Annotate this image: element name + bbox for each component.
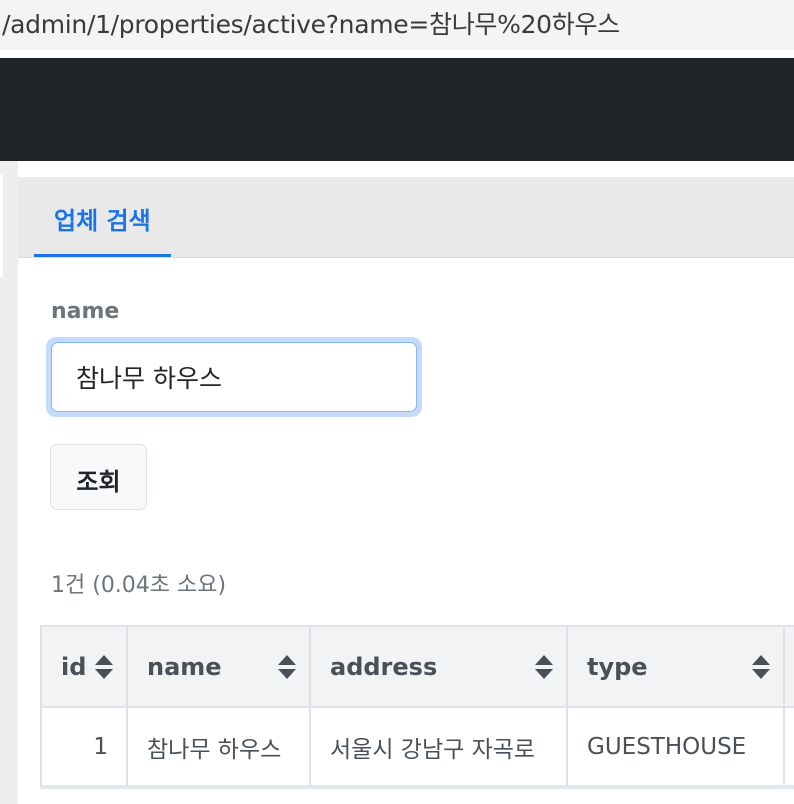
column-header-type[interactable]: type — [566, 625, 785, 708]
column-header-name[interactable]: name — [126, 625, 311, 708]
sort-icon — [95, 655, 113, 679]
tab-label: 업체 검색 — [54, 207, 151, 235]
divider — [0, 50, 794, 58]
results-table: id name address type 1 참나무 하우스 서울시 강남구 자… — [40, 625, 794, 787]
search-button[interactable]: 조회 — [50, 444, 147, 510]
table-header-row: id name address type — [40, 625, 794, 708]
column-header-label: id — [61, 652, 87, 681]
table-row[interactable]: 1 참나무 하우스 서울시 강남구 자곡로 GUESTHOUSE — [40, 706, 794, 787]
sort-icon — [752, 655, 770, 679]
cell-id: 1 — [40, 706, 128, 787]
name-search-input[interactable] — [51, 342, 417, 412]
tab-company-search[interactable]: 업체 검색 — [34, 177, 171, 257]
sidebar-edge — [0, 175, 3, 277]
address-bar[interactable]: /admin/1/properties/active?name=참나무%20하우… — [0, 0, 794, 50]
cell-name: 참나무 하우스 — [126, 706, 311, 787]
search-button-label: 조회 — [76, 468, 121, 496]
name-field-label: name — [51, 299, 120, 324]
cell-address: 서울시 강남구 자곡로 — [309, 706, 568, 787]
panel-spacer — [18, 161, 794, 176]
column-header-label: type — [587, 652, 648, 681]
column-header-id[interactable]: id — [40, 625, 128, 708]
url-text: /admin/1/properties/active?name=참나무%20하우… — [2, 10, 620, 39]
column-header-label: name — [147, 652, 222, 681]
column-header-overflow — [783, 625, 794, 708]
column-header-address[interactable]: address — [309, 625, 568, 708]
sort-icon — [278, 655, 296, 679]
top-navbar — [0, 58, 794, 161]
tab-header: 업체 검색 — [18, 177, 794, 258]
result-summary: 1건 (0.04초 소요) — [51, 573, 227, 598]
table-bottom-shadow — [40, 785, 794, 789]
sort-icon — [535, 655, 553, 679]
cell-type: GUESTHOUSE — [566, 706, 785, 787]
cell-overflow — [783, 706, 794, 787]
column-header-label: address — [330, 652, 438, 681]
